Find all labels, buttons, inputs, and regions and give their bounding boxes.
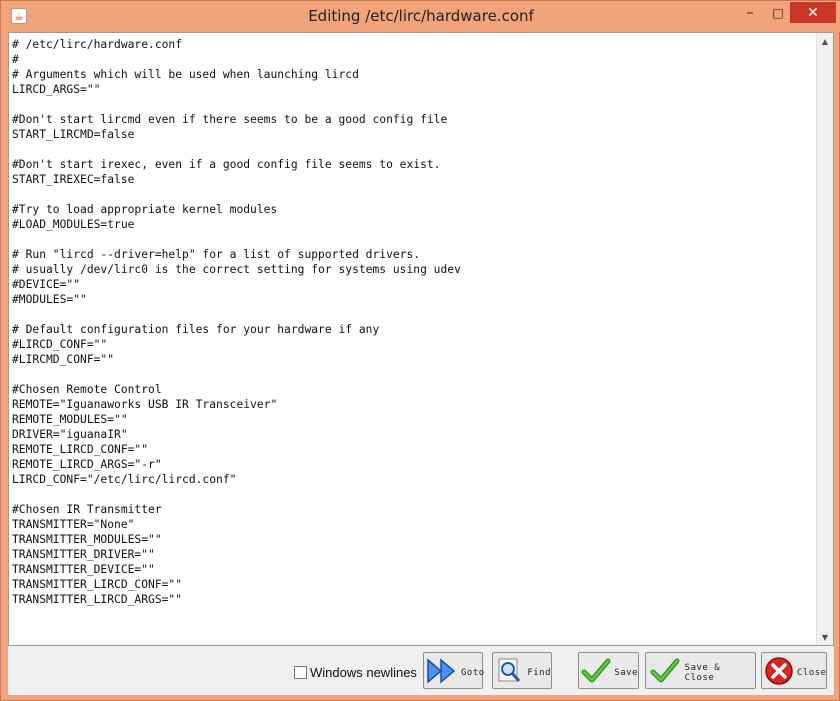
minimize-button[interactable]: – [737, 2, 763, 24]
maximize-button[interactable]: □ [765, 2, 791, 24]
scroll-up-icon[interactable]: ▲ [817, 33, 833, 49]
editor-line[interactable]: # /etc/lirc/hardware.conf [12, 37, 817, 52]
editor-line[interactable]: TRANSMITTER_DRIVER="" [12, 547, 817, 562]
editor-line[interactable] [12, 142, 817, 157]
close-window-button[interactable]: ✕ [790, 2, 836, 23]
editor-line[interactable]: #Don't start lircmd even if there seems … [12, 112, 817, 127]
window-title: Editing /etc/lirc/hardware.conf [308, 7, 534, 25]
editor-line[interactable]: # Arguments which will be used when laun… [12, 67, 817, 82]
scroll-track[interactable] [818, 50, 832, 628]
editor-line[interactable]: REMOTE_MODULES="" [12, 412, 817, 427]
vertical-scrollbar[interactable]: ▲ ▼ [816, 33, 833, 645]
editor-window: ☕ Editing /etc/lirc/hardware.conf – □ ✕ … [0, 0, 840, 701]
double-arrow-right-icon [426, 654, 458, 688]
editor-line[interactable]: #Chosen Remote Control [12, 382, 817, 397]
title-bar[interactable]: ☕ Editing /etc/lirc/hardware.conf – □ ✕ [1, 1, 840, 32]
editor-line[interactable]: # usually /dev/lirc0 is the correct sett… [12, 262, 817, 277]
text-editor[interactable]: # /etc/lirc/hardware.conf # # Arguments wh… [9, 33, 817, 645]
save-label: Save [614, 667, 638, 678]
goto-button[interactable]: Goto [423, 652, 485, 689]
magnifier-icon [495, 654, 524, 688]
editor-line[interactable]: #Chosen IR Transmitter [12, 502, 817, 517]
editor-line[interactable]: #DEVICE="" [12, 277, 817, 292]
editor-line[interactable]: TRANSMITTER="None" [12, 517, 817, 532]
editor-line[interactable]: #LOAD_MODULES=true [12, 217, 817, 232]
save-button[interactable]: Save [578, 652, 639, 689]
editor-line[interactable]: #Don't start irexec, even if a good conf… [12, 157, 817, 172]
editor-line[interactable]: LIRCD_CONF="/etc/lirc/lircd.conf" [12, 472, 817, 487]
close-button[interactable]: Close [761, 652, 827, 689]
save-and-close-button[interactable]: Save & Close [645, 652, 756, 689]
goto-label: Goto [461, 667, 485, 678]
editor-line[interactable] [12, 487, 817, 502]
editor-line[interactable]: #MODULES="" [12, 292, 817, 307]
editor-line[interactable]: TRANSMITTER_LIRCD_CONF="" [12, 577, 817, 592]
editor-line[interactable]: REMOTE="Iguanaworks USB IR Transceiver" [12, 397, 817, 412]
editor-line[interactable]: REMOTE_LIRCD_CONF="" [12, 442, 817, 457]
editor-line[interactable]: #LIRCMD_CONF="" [12, 352, 817, 367]
editor-line[interactable] [12, 97, 817, 112]
editor-line[interactable]: REMOTE_LIRCD_ARGS="-r" [12, 457, 817, 472]
checkbox-box[interactable] [294, 665, 307, 679]
save-and-close-label: Save & Close [684, 662, 721, 683]
editor-line[interactable]: #LIRCD_CONF="" [12, 337, 817, 352]
editor-line[interactable]: START_LIRCMD=false [12, 127, 817, 142]
windows-newlines-label: Windows newlines [310, 664, 417, 680]
editor-line[interactable] [12, 367, 817, 382]
find-button[interactable]: Find [492, 652, 552, 689]
checkmark-icon [581, 654, 611, 688]
bottom-toolbar: Windows newlines Goto Find Save Save & C… [8, 646, 834, 695]
find-label: Find [527, 667, 551, 678]
editor-line[interactable] [12, 232, 817, 247]
editor-line[interactable]: # Default configuration files for your h… [12, 322, 817, 337]
editor-line[interactable]: TRANSMITTER_MODULES="" [12, 532, 817, 547]
editor-line[interactable]: # Run "lircd --driver=help" for a list o… [12, 247, 817, 262]
editor-line[interactable]: #Try to load appropriate kernel modules [12, 202, 817, 217]
checkmark-icon [648, 654, 682, 688]
editor-line[interactable]: START_IREXEC=false [12, 172, 817, 187]
editor-line[interactable]: # [12, 52, 817, 67]
editor-line[interactable]: DRIVER="iguanaIR" [12, 427, 817, 442]
close-label: Close [797, 667, 827, 678]
editor-line[interactable]: TRANSMITTER_DEVICE="" [12, 562, 817, 577]
scroll-down-icon[interactable]: ▼ [817, 629, 833, 645]
windows-newlines-checkbox[interactable]: Windows newlines [294, 664, 417, 680]
editor-line[interactable]: TRANSMITTER_LIRCD_ARGS="" [12, 592, 817, 607]
editor-panel: # /etc/lirc/hardware.conf # # Arguments wh… [8, 32, 834, 646]
editor-line[interactable] [12, 187, 817, 202]
editor-line[interactable] [12, 307, 817, 322]
close-icon [764, 654, 794, 688]
editor-line[interactable]: LIRCD_ARGS="" [12, 82, 817, 97]
